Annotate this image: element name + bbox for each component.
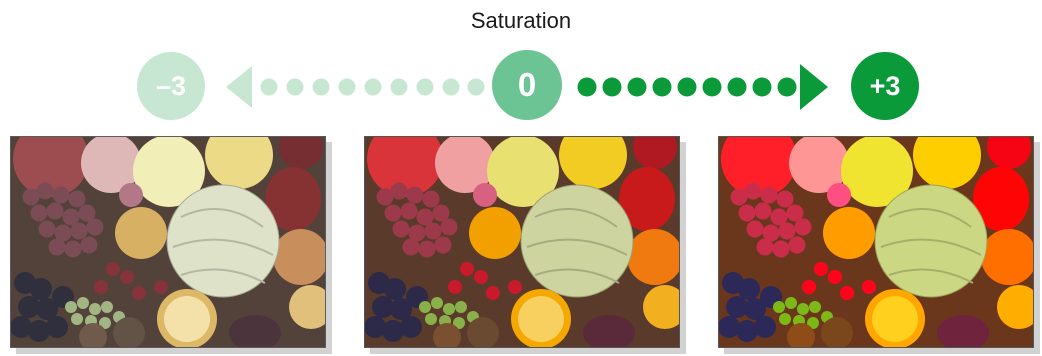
page-title: Saturation [470,8,572,33]
dot [602,77,622,97]
fruit-photo-low-saturation [10,136,326,348]
fruit-photo-icon [11,137,325,347]
dot [260,78,278,96]
dot [727,77,747,97]
dot [286,78,304,96]
saturation-plus-badge: +3 [851,52,919,120]
dot [467,78,485,96]
left-arrow-icon [226,66,252,108]
dot [577,77,597,97]
dot [312,78,330,96]
dot [627,77,647,97]
fruit-photo-icon [719,137,1033,347]
dot [752,77,772,97]
dot [777,77,797,97]
photo-panel-normal [364,136,686,354]
fruit-photo-icon [365,137,679,347]
fruit-photo-high-saturation [718,136,1034,348]
dot [390,78,408,96]
right-arrow-icon [800,64,828,110]
dot [702,77,722,97]
dot [416,78,434,96]
dot [364,78,382,96]
saturation-minus-badge: –3 [137,52,205,120]
dot [338,78,356,96]
photo-panel-high [718,136,1040,354]
right-arrow-dots [577,64,828,110]
dot [652,77,672,97]
fruit-photo-normal-saturation [364,136,680,348]
left-arrow-dots [226,66,485,108]
dot [442,78,460,96]
saturation-zero-badge: 0 [492,50,562,120]
dot [677,77,697,97]
photo-panel-low [10,136,332,354]
